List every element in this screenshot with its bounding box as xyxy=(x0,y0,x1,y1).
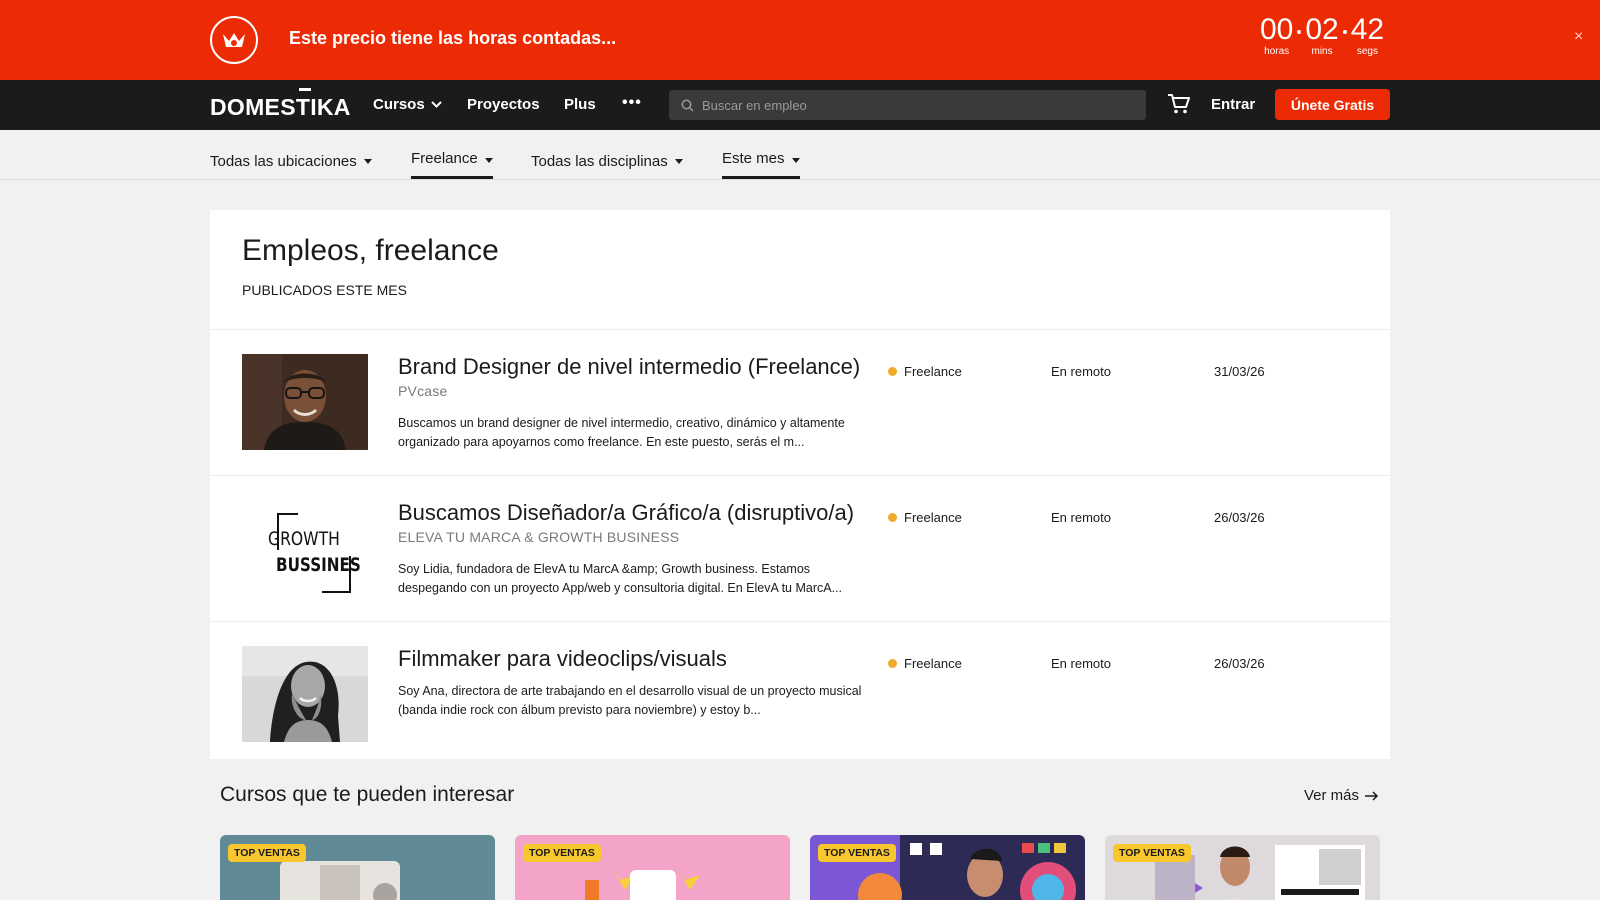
job-type-label: Freelance xyxy=(904,656,962,671)
more-options-icon[interactable]: ••• xyxy=(622,94,642,112)
nav-item-label: Cursos xyxy=(373,96,425,113)
filter-job-type[interactable]: Freelance xyxy=(411,150,493,179)
filter-label: Freelance xyxy=(411,150,478,167)
domestika-logo[interactable]: DOMESTIKA xyxy=(210,88,351,121)
caret-down-icon xyxy=(363,158,372,164)
job-date: 26/03/26 xyxy=(1214,656,1265,671)
page-subtitle: PUBLICADOS ESTE MES xyxy=(242,282,407,298)
countdown-mins-value: 02 xyxy=(1305,13,1339,46)
logo-text-line: BUSSINES xyxy=(276,554,361,576)
job-date: 26/03/26 xyxy=(1214,510,1265,525)
nav-item-label: Plus xyxy=(564,96,596,113)
countdown-mins: 02 mins xyxy=(1305,14,1338,58)
countdown-separator xyxy=(1342,30,1347,34)
job-listing[interactable]: Brand Designer de nivel intermedio (Free… xyxy=(210,330,1390,476)
jobs-header: Empleos, freelance PUBLICADOS ESTE MES xyxy=(210,210,1390,330)
job-description: Buscamos un brand designer de nivel inte… xyxy=(398,416,845,449)
courses-section-title: Cursos que te pueden interesar xyxy=(220,783,515,806)
filters-bar: Todas las ubicaciones Freelance Todas la… xyxy=(0,130,1600,180)
countdown-timer: 00 horas 02 mins 42 segs xyxy=(1260,14,1384,58)
course-card[interactable]: TOP VENTAS xyxy=(515,835,790,900)
status-dot-icon xyxy=(888,367,897,376)
countdown-hours-label: horas xyxy=(1264,46,1290,57)
job-listing[interactable]: GROWTH BUSSINES Buscamos Diseñador/a Grá… xyxy=(210,476,1390,622)
arrow-right-icon xyxy=(1365,790,1379,801)
brand-name: DOMESTIKA xyxy=(210,94,351,120)
course-card[interactable]: TOP VENTAS xyxy=(1105,835,1380,900)
job-type: Freelance xyxy=(888,364,962,379)
domestika-crown-logo-icon xyxy=(210,16,258,64)
filter-discipline[interactable]: Todas las disciplinas xyxy=(531,150,683,172)
job-image-logo[interactable]: GROWTH BUSSINES xyxy=(242,500,368,596)
countdown-hours: 00 horas xyxy=(1260,14,1293,58)
cart-icon[interactable] xyxy=(1167,93,1191,120)
page-title: Empleos, freelance xyxy=(242,234,499,267)
nav-item-label: Proyectos xyxy=(467,96,540,113)
job-listing[interactable]: Filmmaker para videoclips/visuals Soy An… xyxy=(210,622,1390,759)
job-date: 31/03/26 xyxy=(1214,364,1265,379)
job-type: Freelance xyxy=(888,656,962,671)
job-location: En remoto xyxy=(1051,656,1111,671)
promo-banner: Este precio tiene las horas contadas... … xyxy=(0,0,1600,80)
countdown-mins-label: mins xyxy=(1311,46,1333,57)
countdown-secs-label: segs xyxy=(1356,46,1378,57)
job-title[interactable]: Filmmaker para videoclips/visuals xyxy=(398,646,727,672)
job-description: Soy Lidia, fundadora de ElevA tu MarcA &… xyxy=(398,562,843,595)
nav-item-cursos[interactable]: Cursos xyxy=(373,96,442,113)
job-title[interactable]: Brand Designer de nivel intermedio (Free… xyxy=(398,354,860,380)
caret-down-icon xyxy=(674,158,683,164)
status-dot-icon xyxy=(888,513,897,522)
filter-date[interactable]: Este mes xyxy=(722,150,800,179)
top-sales-badge: TOP VENTAS xyxy=(818,844,896,862)
logo-text-line: GROWTH xyxy=(268,528,340,550)
job-type-label: Freelance xyxy=(904,510,962,525)
close-icon[interactable]: × xyxy=(1574,28,1583,46)
countdown-separator xyxy=(1297,30,1302,34)
nav-item-proyectos[interactable]: Proyectos xyxy=(467,96,540,113)
countdown-secs: 42 segs xyxy=(1351,14,1384,58)
status-dot-icon xyxy=(888,659,897,668)
filter-location[interactable]: Todas las ubicaciones xyxy=(210,150,372,172)
course-card[interactable]: TOP VENTAS xyxy=(220,835,495,900)
top-sales-badge: TOP VENTAS xyxy=(1113,844,1191,862)
job-type: Freelance xyxy=(888,510,962,525)
chevron-down-icon xyxy=(430,101,442,108)
job-title[interactable]: Buscamos Diseñador/a Gráfico/a (disrupti… xyxy=(398,500,854,526)
filter-label: Todas las ubicaciones xyxy=(210,152,357,170)
job-location: En remoto xyxy=(1051,364,1111,379)
promo-text: Este precio tiene las horas contadas... xyxy=(289,28,617,48)
job-type-label: Freelance xyxy=(904,364,962,379)
brand-accent-mark xyxy=(299,88,311,91)
see-more-link[interactable]: Ver más xyxy=(1304,787,1379,804)
job-image-portrait[interactable] xyxy=(242,646,368,742)
search-icon xyxy=(681,99,694,112)
top-nav: DOMESTIKA Cursos Proyectos Plus ••• Entr… xyxy=(0,80,1600,130)
filter-label: Todas las disciplinas xyxy=(531,152,668,170)
top-sales-badge: TOP VENTAS xyxy=(228,844,306,862)
search-bar[interactable] xyxy=(669,90,1146,120)
search-input[interactable] xyxy=(702,97,1122,113)
job-description: Soy Ana, directora de arte trabajando en… xyxy=(398,684,862,717)
job-image-portrait[interactable] xyxy=(242,354,368,450)
course-card[interactable]: TOP VENTAS xyxy=(810,835,1085,900)
job-company[interactable]: ELEVA TU MARCA & GROWTH BUSINESS xyxy=(398,529,679,545)
countdown-secs-value: 42 xyxy=(1350,13,1385,46)
see-more-label: Ver más xyxy=(1304,787,1360,804)
caret-down-icon xyxy=(484,158,493,163)
caret-down-icon xyxy=(791,158,800,163)
countdown-hours-value: 00 xyxy=(1260,13,1294,46)
jobs-panel: Empleos, freelance PUBLICADOS ESTE MES B… xyxy=(210,210,1390,759)
job-company[interactable]: PVcase xyxy=(398,383,447,399)
job-location: En remoto xyxy=(1051,510,1111,525)
top-sales-badge: TOP VENTAS xyxy=(523,844,601,862)
filter-label: Este mes xyxy=(722,150,785,167)
nav-item-plus[interactable]: Plus xyxy=(564,96,596,113)
join-free-button[interactable]: Únete Gratis xyxy=(1275,89,1390,120)
login-link[interactable]: Entrar xyxy=(1211,96,1255,113)
